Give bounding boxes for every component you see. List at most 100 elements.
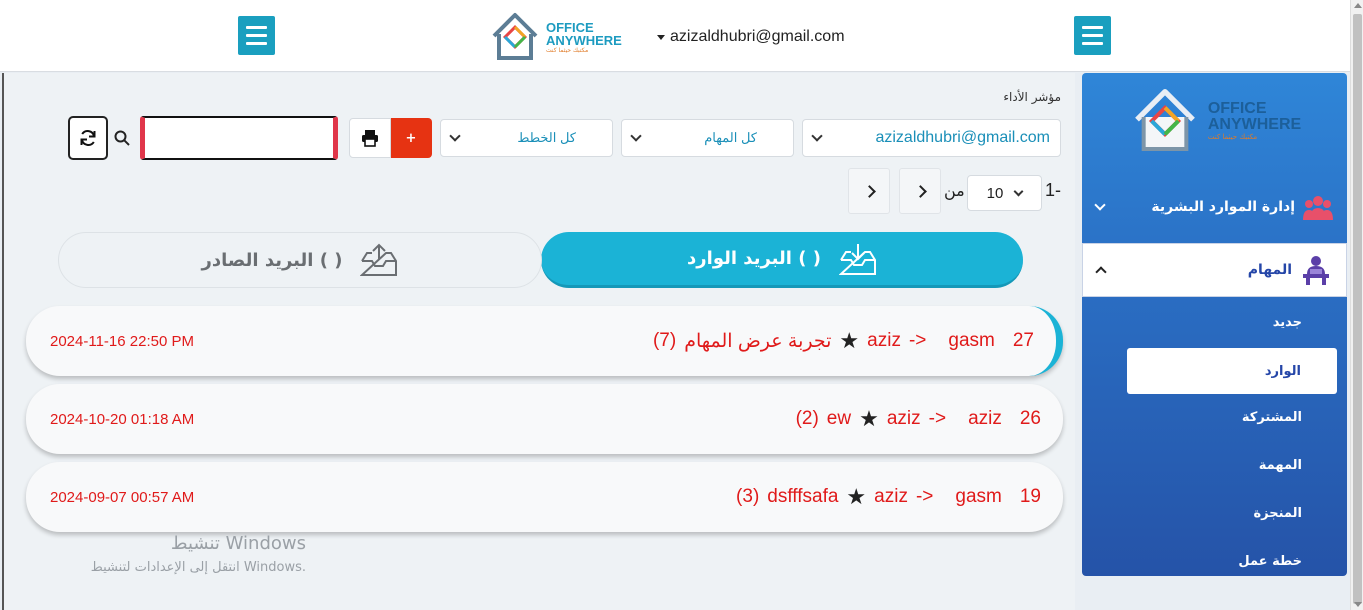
message-to: aziz [874, 486, 908, 507]
sidebar-item-inbox[interactable]: الوارد [1127, 348, 1337, 394]
message-row[interactable]: 2024-11-16 22:50 PM (7) تجربة عرض المهام… [26, 306, 1063, 376]
logo-line2: ANYWHERE [546, 32, 622, 48]
printer-icon [362, 130, 378, 147]
sidebar-item-work-plan[interactable]: خطة عمل [1238, 554, 1302, 569]
chevron-down-icon [1094, 199, 1106, 211]
windows-activation-watermark: تنشيط Windows انتقل إلى الإعدادات لتنشيط… [66, 533, 306, 575]
message-count: (3) [736, 486, 760, 507]
page-scrollbar[interactable] [1350, 0, 1363, 610]
sidebar-logo-tagline: مكتبك حيثما كنت [1207, 132, 1258, 141]
menu-toggle-right-button[interactable] [1074, 16, 1111, 55]
message-arrow: -> [928, 408, 947, 429]
message-from: gasm [955, 486, 1002, 507]
inbox-download-icon [838, 243, 876, 275]
user-filter-value: azizaldhubri@gmail.com [875, 129, 1050, 146]
user-menu[interactable]: azizaldhubri@gmail.com [657, 28, 845, 46]
star-icon[interactable]: ★ [859, 406, 879, 432]
outbox-upload-icon [360, 243, 398, 276]
scroll-down-icon[interactable] [1354, 602, 1362, 607]
message-count: (2) [795, 408, 819, 429]
print-button[interactable] [349, 118, 391, 158]
message-date: 2024-09-07 00:57 AM [50, 488, 195, 506]
logo-tagline: مكتبك حيثما كنت [546, 46, 589, 54]
tasks-filter-value: كل المهام [704, 130, 757, 145]
people-group-icon [1303, 196, 1333, 220]
tab-inbox[interactable]: البريد الوارد ( ) [541, 232, 1023, 288]
watermark-title: تنشيط Windows [170, 533, 306, 554]
star-icon[interactable]: ★ [846, 484, 866, 510]
performance-label[interactable]: مؤشر الأداء [1003, 90, 1061, 104]
message-title: ew [826, 408, 852, 429]
user-email: azizaldhubri@gmail.com [670, 28, 845, 45]
message-arrow: -> [908, 330, 927, 351]
sidebar-logo-line1: OFFICE [1207, 99, 1267, 117]
message-number: 27 [1012, 330, 1034, 351]
page-size-select[interactable]: 10 [967, 175, 1042, 211]
sidebar: OFFICE ANYWHERE مكتبك حيثما كنت إدارة ال… [1082, 73, 1347, 576]
sidebar-item-new[interactable]: جديد [1273, 315, 1302, 330]
message-count: (7) [652, 330, 677, 351]
person-at-desk-icon [1303, 256, 1329, 285]
logo-line1: OFFICE [546, 19, 594, 35]
message-arrow: -> [915, 486, 934, 507]
top-bar: OFFICE ANYWHERE مكتبك حيثما كنت azizaldh… [0, 0, 1350, 72]
message-to: aziz [886, 408, 921, 429]
sidebar-logo[interactable]: OFFICE ANYWHERE مكتبك حيثما كنت [1082, 73, 1347, 168]
tasks-filter-dropdown[interactable]: كل المهام [621, 119, 794, 157]
chevron-down-icon [811, 130, 823, 142]
sidebar-logo-line2: ANYWHERE [1207, 115, 1302, 133]
scrollbar-thumb[interactable] [1353, 14, 1362, 604]
house-logo-icon [1134, 88, 1195, 151]
sidebar-item-completed[interactable]: المنجزة [1254, 506, 1303, 521]
chevron-down-icon [449, 130, 461, 142]
sidebar-tasks-section[interactable]: المهام [1082, 243, 1347, 297]
tab-outbox[interactable]: البريد الصادر ( ) [58, 232, 542, 288]
next-page-button[interactable] [899, 168, 941, 214]
message-row[interactable]: 2024-09-07 00:57 AM (3) dsfffsafa ★ aziz… [26, 462, 1063, 532]
refresh-button[interactable] [68, 116, 108, 160]
sidebar-item-important[interactable]: المهمة [1259, 458, 1302, 473]
plans-filter-dropdown[interactable]: كل الخطط [440, 119, 613, 157]
top-logo[interactable]: OFFICE ANYWHERE مكتبك حيثما كنت [488, 10, 623, 64]
search-icon[interactable] [114, 130, 130, 146]
message-row[interactable]: 2024-10-20 01:18 AM (2) ew ★ aziz -> azi… [26, 384, 1063, 454]
message-from: aziz [968, 408, 1002, 429]
tab-outbox-label: البريد الصادر ( ) [201, 249, 343, 271]
chevron-right-icon [913, 184, 927, 198]
last-page-button[interactable] [848, 168, 890, 214]
chevron-down-icon [630, 130, 642, 142]
user-filter-dropdown[interactable]: azizaldhubri@gmail.com [802, 119, 1061, 157]
pager-of-label: من [944, 181, 965, 200]
watermark-subtitle: انتقل إلى الإعدادات لتنشيط Windows. [90, 560, 306, 575]
message-summary: (7) تجربة عرض المهام ★ aziz -> gasm 27 [653, 328, 1034, 354]
message-number: 26 [1019, 408, 1041, 429]
add-button[interactable]: + [390, 118, 432, 158]
sidebar-hr-section[interactable]: إدارة الموارد البشرية [1082, 181, 1347, 233]
menu-toggle-left-button[interactable] [238, 16, 275, 55]
message-from: gasm [948, 330, 995, 351]
message-date: 2024-11-16 22:50 PM [50, 332, 194, 350]
search-input[interactable] [140, 116, 338, 160]
tab-inbox-label: البريد الوارد ( ) [687, 248, 821, 269]
caret-down-icon [657, 34, 665, 40]
chevron-up-icon [1095, 266, 1107, 278]
chevron-right-icon [862, 184, 876, 198]
message-to: aziz [867, 330, 901, 351]
sidebar-item-shared[interactable]: المشتركة [1242, 410, 1302, 425]
refresh-icon [80, 130, 96, 146]
scroll-up-icon[interactable] [1354, 3, 1362, 8]
message-title: تجربة عرض المهام [684, 330, 832, 352]
message-title: dsfffsafa [767, 486, 839, 507]
page-size-value: 10 [986, 184, 1004, 202]
star-icon[interactable]: ★ [839, 328, 859, 354]
sidebar-hr-label: إدارة الموارد البشرية [1151, 199, 1295, 215]
message-summary: (3) dsfffsafa ★ aziz -> gasm 19 [736, 484, 1041, 510]
house-logo-icon [492, 13, 538, 60]
main-content: مؤشر الأداء azizaldhubri@gmail.com كل ال… [2, 73, 1075, 610]
message-date: 2024-10-20 01:18 AM [50, 410, 195, 428]
pager-range: 1- [1044, 180, 1061, 200]
message-summary: (2) ew ★ aziz -> aziz 26 [796, 406, 1041, 432]
message-number: 19 [1019, 486, 1041, 507]
sidebar-tasks-label: المهام [1247, 262, 1292, 278]
chevron-down-icon [1013, 186, 1024, 196]
